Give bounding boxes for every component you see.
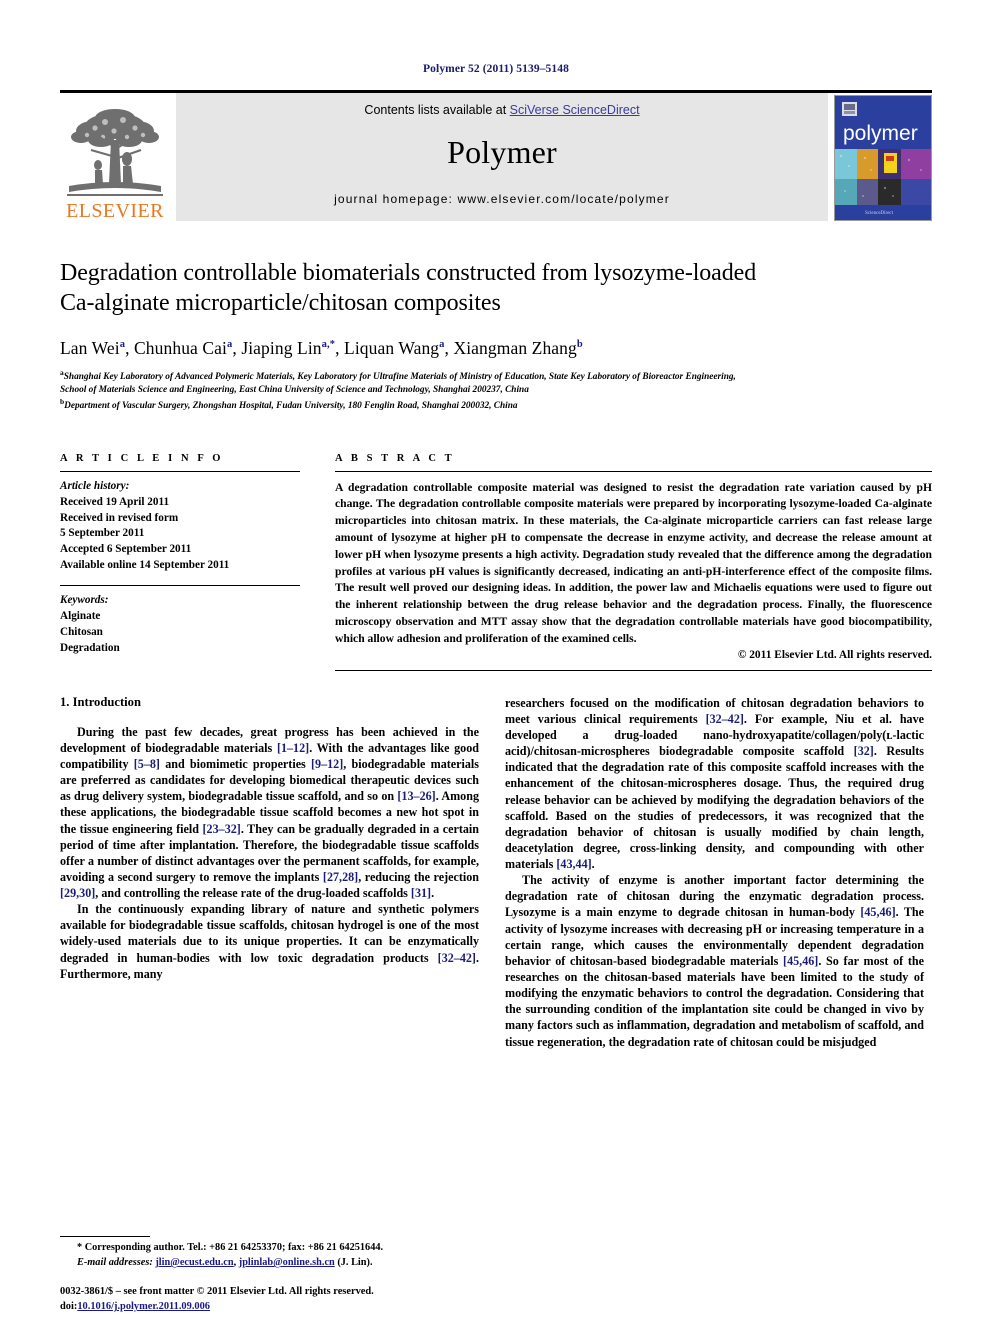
body-column-right: researchers focused on the modification … [505,695,924,1050]
elsevier-logo: ELSEVIER [60,93,170,221]
elsevier-wordmark: ELSEVIER [66,200,164,222]
section-heading-introduction: 1. Introduction [60,694,141,709]
author-name: Lan Wei [60,337,120,358]
journal-title: Polymer [447,134,557,170]
sciencedirect-link[interactable]: SciVerse ScienceDirect [510,103,640,117]
affiliation-a-cont: School of Materials Science and Engineer… [60,385,529,396]
contents-available-line: Contents lists available at SciVerse Sci… [364,103,639,117]
author-affil-marker: b [576,339,583,351]
history-item: 5 September 2011 [60,527,145,540]
keywords-label: Keywords: [60,594,109,607]
article-history-label: Article history: [60,479,130,492]
affiliations: aShanghai Key Laboratory of Advanced Pol… [60,368,932,414]
affiliation-a-line-1: Shanghai Key Laboratory of Advanced Poly… [63,372,736,383]
abstract-text: A degradation controllable composite mat… [335,480,932,645]
keyword-item: Alginate [60,610,101,623]
footnote-text: * Corresponding author. Tel.: +86 21 642… [60,1241,479,1271]
author-name: Chunhua Cai [134,337,227,358]
elsevier-tree-icon [67,109,163,196]
author-name: Liquan Wang [344,337,440,358]
email-link-1[interactable]: jlin@ecust.edu.cn [155,1257,233,1268]
doi-prefix: doi: [60,1301,78,1313]
doi-line: doi:10.1016/j.polymer.2011.09.006 [60,1299,490,1315]
contents-prefix: Contents lists available at [364,103,510,117]
keyword-item: Degradation [60,641,120,654]
issn-copyright-line: 0032-3861/$ – see front matter © 2011 El… [60,1285,374,1297]
footnote-rule [60,1236,150,1238]
svg-text:ScienceDirect: ScienceDirect [865,211,894,216]
article-history: Article history: Received 19 April 2011 … [60,479,300,574]
article-info-heading: A R T I C L E I N F O [60,452,224,464]
paragraph: During the past few decades, great progr… [60,724,480,901]
article-info-column: A R T I C L E I N F O Article history: R… [60,453,300,671]
footnote-block: * Corresponding author. Tel.: +86 21 642… [60,1236,479,1271]
author-sep: , [232,337,242,358]
affiliation-b: bDepartment of Vascular Surgery, Zhongsh… [60,397,932,413]
journal-cover-image: polymer ScienceDirect [835,96,931,220]
affiliation-b-line: Department of Vascular Surgery, Zhongsha… [64,401,518,412]
body-columns: 1. Introduction During the past few deca… [60,695,932,1050]
author-affil-marker: a,* [321,339,336,351]
author-sep: , [125,337,135,358]
email-label: E-mail addresses: [77,1257,153,1269]
history-item: Received 19 April 2011 [60,495,170,508]
author-sep: , [335,337,345,358]
abstract-copyright: © 2011 Elsevier Ltd. All rights reserved… [737,648,932,661]
history-item: Received in revised form [60,511,179,524]
history-item: Accepted 6 September 2011 [60,543,192,556]
author-list: Lan Weia, Chunhua Caia, Jiaping Lina,*, … [60,338,932,359]
title-block: Degradation controllable biomaterials co… [60,258,932,414]
keywords-rule [60,585,300,587]
email-note: E-mail addresses: jlin@ecust.edu.cn, jpl… [60,1256,479,1271]
title-line-2: Ca-alginate microparticle/chitosan compo… [60,290,501,317]
paper-page: Polymer 52 (2011) 5139–5148 ELSEVIER Con… [0,0,992,1323]
paragraph: In the continuously expanding library of… [60,902,479,981]
running-head: Polymer 52 (2011) 5139–5148 [423,63,569,75]
abstract-column: A B S T R A C T A degradation controllab… [335,453,932,671]
journal-masthead: ELSEVIER Contents lists available at Sci… [60,90,932,221]
journal-band: Contents lists available at SciVerse Sci… [176,93,828,221]
corresponding-author-note: * Corresponding author. Tel.: +86 21 642… [77,1242,384,1254]
email-link-2[interactable]: jplinlab@online.sh.cn [239,1257,335,1268]
page-title: Degradation controllable biomaterials co… [60,258,932,319]
keyword-item: Chitosan [60,625,103,638]
paragraph: researchers focused on the modification … [505,695,925,872]
keywords-block: Keywords: Alginate Chitosan Degradation [60,593,300,657]
body-column-left: 1. Introduction During the past few deca… [60,695,479,1050]
history-item: Available online 14 September 2011 [60,559,230,572]
info-abstract-region: A R T I C L E I N F O Article history: R… [60,453,932,671]
journal-cover-thumbnail[interactable]: polymer ScienceDirect [834,95,932,221]
affiliation-a: aShanghai Key Laboratory of Advanced Pol… [60,368,932,384]
article-info-rule [60,470,300,472]
abstract-bottom-rule [335,669,932,671]
author-name: Jiaping Lin [241,337,322,358]
imprint-block: 0032-3861/$ – see front matter © 2011 El… [60,1284,490,1315]
journal-homepage[interactable]: journal homepage: www.elsevier.com/locat… [334,192,670,206]
abstract-heading: A B S T R A C T [335,452,455,464]
doi-link[interactable]: 10.1016/j.polymer.2011.09.006 [77,1301,210,1312]
email-suffix: (J. Lin). [334,1257,373,1269]
svg-text:polymer: polymer [843,122,918,145]
paragraph: The activity of enzyme is another import… [505,873,924,1049]
author-name: Xiangman Zhang [453,337,577,358]
abstract-rule [335,470,932,472]
title-line-1: Degradation controllable biomaterials co… [60,260,757,286]
